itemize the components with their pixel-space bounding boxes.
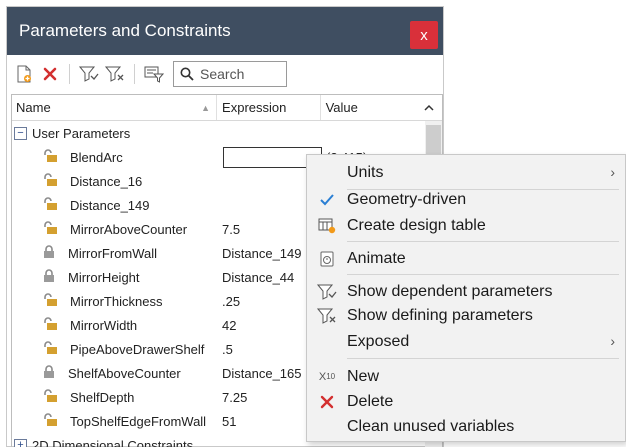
parameter-unlocked-icon: [42, 388, 58, 406]
collapse-icon[interactable]: −: [14, 126, 27, 140]
menu-item-show-defining-parameters[interactable]: Show defining parameters: [307, 304, 625, 328]
submenu-arrow-icon: ›: [610, 333, 615, 349]
parameter-name: MirrorAboveCounter: [70, 221, 188, 237]
parameter-unlocked-icon: [42, 316, 58, 334]
sort-ascending-icon: ▲: [201, 102, 211, 113]
expand-icon[interactable]: +: [14, 438, 27, 447]
checkmark-icon: [307, 193, 347, 207]
menu-separator: [347, 241, 619, 242]
parameter-locked-icon: [42, 364, 56, 382]
parameter-unlocked-icon: [42, 292, 58, 310]
filter-settings-icon[interactable]: [143, 63, 165, 85]
filter-defining-icon: [307, 307, 347, 325]
parameter-locked-icon: [42, 244, 56, 262]
parameter-name: ShelfDepth: [70, 389, 135, 405]
menu-item-exposed[interactable]: Exposed ›: [307, 330, 625, 354]
filter-dependent-icon: [307, 283, 347, 301]
parameter-unlocked-icon: [42, 220, 58, 238]
table-header: Name ▲ Expression Value: [12, 95, 442, 121]
new-parameter-icon[interactable]: [13, 63, 35, 85]
menu-item-units[interactable]: Units ›: [307, 161, 625, 185]
parameter-name: MirrorFromWall: [68, 245, 158, 261]
parameter-name: MirrorThickness: [70, 293, 163, 309]
parameter-name: Distance_16: [70, 173, 143, 189]
column-header-value[interactable]: Value: [321, 95, 417, 120]
search-icon: [180, 67, 194, 81]
parameter-unlocked-icon: [42, 196, 58, 214]
parameter-name: ShelfAboveCounter: [68, 365, 181, 381]
search-input[interactable]: [200, 66, 280, 82]
parameter-name: MirrorWidth: [70, 317, 138, 333]
parameter-name: Distance_149: [70, 197, 150, 213]
menu-separator: [347, 274, 619, 275]
toolbar-separator: [69, 64, 70, 84]
parameter-unlocked-icon: [42, 148, 58, 166]
parameter-locked-icon: [42, 268, 56, 286]
group-label: 2D Dimensional Constraints: [32, 437, 194, 447]
design-table-icon: [307, 218, 347, 234]
menu-separator: [347, 358, 619, 359]
menu-item-delete[interactable]: Delete: [307, 390, 625, 414]
menu-item-show-dependent-parameters[interactable]: Show dependent parameters: [307, 280, 625, 304]
animate-icon: [307, 251, 347, 267]
parameter-name: PipeAboveDrawerShelf: [70, 341, 205, 357]
title-bar[interactable]: Parameters and Constraints x: [7, 7, 443, 55]
group-row-user-parameters[interactable]: − User Parameters: [12, 121, 442, 145]
panel-title: Parameters and Constraints: [19, 21, 231, 40]
menu-item-animate[interactable]: Animate: [307, 247, 625, 271]
parameter-unlocked-icon: [42, 340, 58, 358]
scroll-up-icon[interactable]: [416, 95, 442, 120]
menu-item-clean-unused-variables[interactable]: Clean unused variables: [307, 415, 625, 439]
toolbar: [7, 55, 443, 93]
parameter-unlocked-icon: [42, 172, 58, 190]
submenu-arrow-icon: ›: [610, 164, 615, 180]
parameter-unlocked-icon: [42, 412, 58, 430]
delete-icon: [307, 395, 347, 409]
parameter-name: MirrorHeight: [68, 269, 140, 285]
parameter-name: BlendArc: [70, 149, 123, 165]
show-defining-filter-icon[interactable]: [104, 63, 126, 85]
new-variable-icon: X 10: [318, 370, 336, 383]
column-header-expression[interactable]: Expression: [217, 95, 321, 120]
show-dependent-filter-icon[interactable]: [78, 63, 100, 85]
delete-icon[interactable]: [39, 63, 61, 85]
menu-item-geometry-driven[interactable]: Geometry-driven: [307, 188, 625, 212]
menu-item-create-design-table[interactable]: Create design table: [307, 214, 625, 238]
group-label: User Parameters: [32, 125, 131, 141]
column-header-name[interactable]: Name ▲: [12, 95, 218, 120]
context-menu: Units › Geometry-driven Create design ta…: [306, 154, 626, 442]
search-field[interactable]: [173, 61, 287, 87]
toolbar-separator: [134, 64, 135, 84]
parameter-name: TopShelfEdgeFromWall: [70, 413, 207, 429]
menu-item-new[interactable]: X 10 New: [307, 365, 625, 389]
close-button[interactable]: x: [410, 21, 438, 49]
